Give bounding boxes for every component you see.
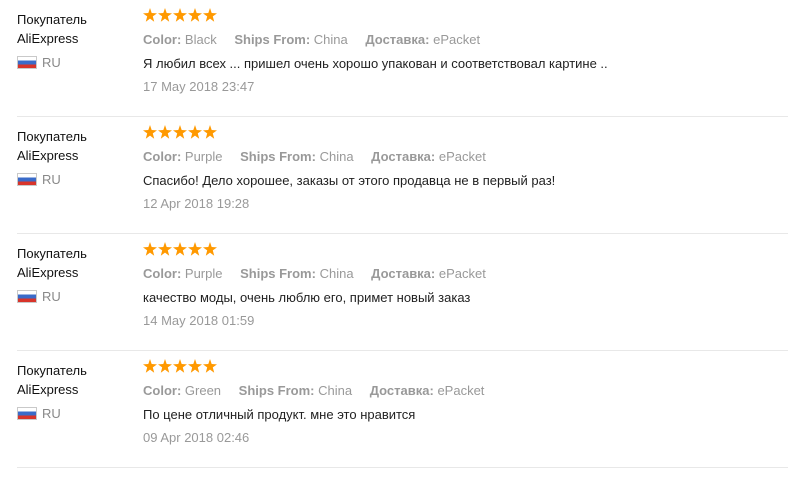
star-icon — [143, 242, 157, 256]
star-icon — [173, 242, 187, 256]
review-list: Покупатель AliExpress RU Color: Black Sh… — [0, 0, 788, 479]
review-content: Color: Purple Ships From: China Доставка… — [143, 242, 783, 330]
color-value: Purple — [184, 266, 223, 281]
delivery-label: Доставка: — [369, 383, 434, 398]
star-rating — [143, 242, 783, 260]
color-value: Purple — [184, 149, 223, 164]
star-icon — [173, 8, 187, 22]
review-item: Покупатель AliExpress RU Color: Purple S… — [17, 234, 788, 351]
review-item: Покупатель AliExpress RU Color: Black Sh… — [17, 0, 788, 117]
ships-from-value: China — [313, 32, 348, 47]
review-text: Спасибо! Дело хорошее, заказы от этого п… — [143, 173, 556, 188]
color-label: Color: — [143, 383, 182, 398]
delivery-value: ePacket — [437, 383, 485, 398]
buyer-name: Покупатель AliExpress — [17, 244, 137, 282]
buyer-country: RU — [17, 171, 137, 187]
country-code: RU — [42, 171, 61, 187]
star-icon — [158, 242, 172, 256]
star-icon — [143, 8, 157, 22]
russia-flag-icon — [17, 406, 37, 420]
ships-from-value: China — [318, 383, 353, 398]
star-icon — [173, 359, 187, 373]
star-icon — [188, 359, 202, 373]
star-icon — [188, 242, 202, 256]
delivery-label: Доставка: — [371, 149, 436, 164]
color-label: Color: — [143, 149, 182, 164]
country-code: RU — [42, 54, 61, 70]
buyer-name-line2: AliExpress — [17, 31, 79, 46]
color-label: Color: — [143, 266, 182, 281]
delivery-label: Доставка: — [371, 266, 436, 281]
star-icon — [158, 8, 172, 22]
ships-from-label: Ships From: — [238, 383, 315, 398]
star-icon — [158, 125, 172, 139]
star-rating — [143, 359, 783, 377]
star-rating — [143, 8, 783, 26]
buyer-name-line2: AliExpress — [17, 265, 79, 280]
buyer-name: Покупатель AliExpress — [17, 10, 137, 48]
buyer-name-line1: Покупатель — [17, 246, 87, 261]
star-icon — [158, 359, 172, 373]
star-icon — [203, 359, 217, 373]
buyer-info: Покупатель AliExpress RU — [17, 10, 137, 70]
order-attributes: Color: Purple Ships From: China Доставка… — [143, 265, 783, 283]
ships-from-label: Ships From: — [234, 32, 311, 47]
review-item: Покупатель AliExpress RU Color: Purple S… — [17, 117, 788, 234]
order-attributes: Color: Black Ships From: China Доставка:… — [143, 31, 783, 49]
color-value: Black — [184, 32, 217, 47]
review-date: 12 Apr 2018 19:28 — [143, 196, 250, 211]
review-text: качество моды, очень люблю его, примет н… — [143, 290, 471, 305]
review-item: Покупатель AliExpress RU Color: Green Sh… — [17, 351, 788, 468]
delivery-value: ePacket — [438, 266, 486, 281]
buyer-name: Покупатель AliExpress — [17, 127, 137, 165]
buyer-country: RU — [17, 405, 137, 421]
review-content: Color: Green Ships From: China Доставка:… — [143, 359, 783, 447]
buyer-country: RU — [17, 54, 137, 70]
russia-flag-icon — [17, 55, 37, 69]
star-icon — [173, 125, 187, 139]
star-icon — [203, 125, 217, 139]
buyer-country: RU — [17, 288, 137, 304]
star-icon — [188, 125, 202, 139]
country-code: RU — [42, 288, 61, 304]
ships-from-value: China — [319, 266, 354, 281]
star-icon — [203, 8, 217, 22]
buyer-name-line2: AliExpress — [17, 382, 79, 397]
russia-flag-icon — [17, 289, 37, 303]
review-text: Я любил всех ... пришел очень хорошо упа… — [143, 56, 608, 71]
delivery-value: ePacket — [433, 32, 481, 47]
star-icon — [143, 359, 157, 373]
review-date: 14 May 2018 01:59 — [143, 313, 255, 328]
review-date: 17 May 2018 23:47 — [143, 79, 255, 94]
star-rating — [143, 125, 783, 143]
russia-flag-icon — [17, 172, 37, 186]
ships-from-value: China — [319, 149, 354, 164]
color-value: Green — [184, 383, 222, 398]
review-date: 09 Apr 2018 02:46 — [143, 430, 250, 445]
review-content: Color: Black Ships From: China Доставка:… — [143, 8, 783, 96]
ships-from-label: Ships From: — [240, 266, 316, 281]
buyer-name: Покупатель AliExpress — [17, 361, 137, 399]
buyer-name-line1: Покупатель — [17, 129, 87, 144]
star-icon — [203, 242, 217, 256]
star-icon — [143, 125, 157, 139]
buyer-name-line2: AliExpress — [17, 148, 79, 163]
buyer-info: Покупатель AliExpress RU — [17, 244, 137, 304]
review-content: Color: Purple Ships From: China Доставка… — [143, 125, 783, 213]
ships-from-label: Ships From: — [240, 149, 316, 164]
star-icon — [188, 8, 202, 22]
review-text: По цене отличный продукт. мне это нравит… — [143, 407, 416, 422]
buyer-name-line1: Покупатель — [17, 363, 87, 378]
buyer-name-line1: Покупатель — [17, 12, 87, 27]
color-label: Color: — [143, 32, 182, 47]
delivery-label: Доставка: — [365, 32, 430, 47]
buyer-info: Покупатель AliExpress RU — [17, 361, 137, 421]
order-attributes: Color: Purple Ships From: China Доставка… — [143, 148, 783, 166]
country-code: RU — [42, 405, 61, 421]
order-attributes: Color: Green Ships From: China Доставка:… — [143, 382, 783, 400]
buyer-info: Покупатель AliExpress RU — [17, 127, 137, 187]
delivery-value: ePacket — [438, 149, 486, 164]
